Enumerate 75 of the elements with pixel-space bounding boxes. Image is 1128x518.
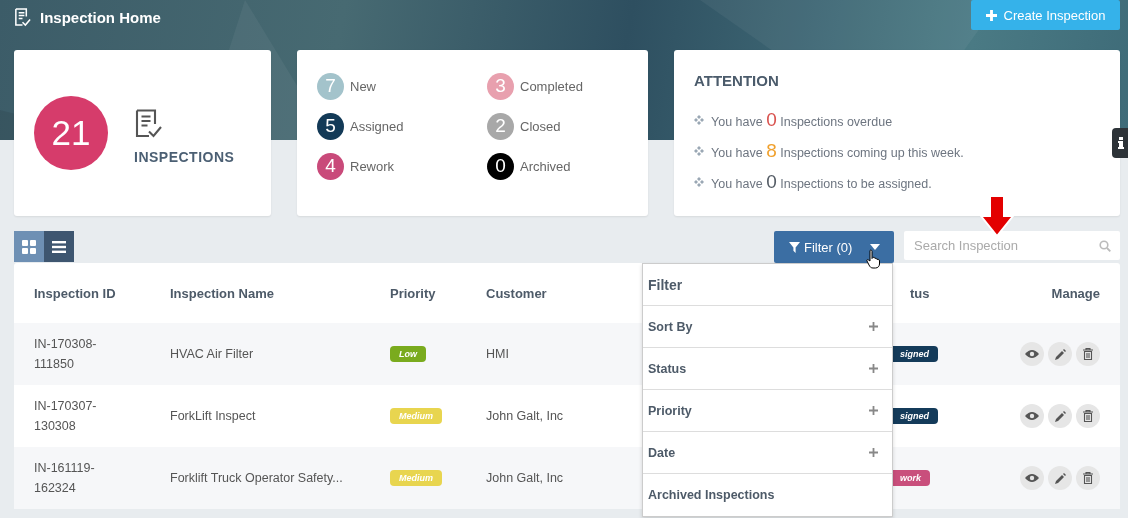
grid-icon [22,239,36,254]
status-count: 0 [487,152,514,180]
delete-button[interactable] [1076,466,1100,490]
pencil-icon [1054,472,1066,484]
customer-name: John Galt, Inc [486,471,564,485]
status-label: Completed [520,78,583,94]
filter-option[interactable]: Priority [643,390,892,432]
eye-icon [1025,473,1039,483]
filter-icon [789,241,800,253]
inspection-id: IN-161119- 162324 [34,460,96,497]
inspection-name: Forklift Truck Operator Safety... [170,471,344,485]
status-label: Rework [350,158,395,174]
status-label: Archived [520,158,571,174]
inspection-id: IN-170307- 130308 [34,398,98,435]
column-header: tus [909,285,931,301]
edit-button[interactable] [1048,342,1072,366]
column-header: Customer [486,285,548,301]
total-count: 21 [34,96,108,170]
status-count: 7 [317,72,344,100]
column-header: Inspection ID [34,285,117,301]
priority-badge: Medium [390,408,442,424]
pencil-icon [1054,348,1066,360]
bullet-icon [694,145,704,156]
attention-message: You have 0 Inspections overdue [711,108,893,131]
column-header: Priority [390,285,437,301]
eye-icon [1025,349,1039,359]
filter-option[interactable]: Date [643,432,892,474]
status-count: 3 [487,72,514,100]
edit-button[interactable] [1048,466,1072,490]
view-button[interactable] [1020,342,1044,366]
info-icon [1118,137,1124,149]
bullet-icon [694,114,704,125]
attention-title: ATTENTION [694,72,780,89]
attention-message: You have 8 Inspections coming up this week. [711,139,964,162]
eye-icon [1025,411,1039,421]
edit-button[interactable] [1048,404,1072,428]
status-count: 5 [317,112,344,140]
customer-name: John Galt, Inc [486,409,564,423]
column-header: Inspection Name [170,285,276,301]
filter-button[interactable]: Filter (0) [774,231,894,263]
checklist-icon [13,8,32,27]
plus-icon [985,9,997,21]
info-tab[interactable] [1112,128,1128,158]
pencil-icon [1054,410,1066,422]
search-icon [1099,240,1111,252]
page-title: Inspection Home [40,9,161,26]
inspection-id: IN-170308- 111850 [34,336,98,373]
list-icon [52,240,66,253]
priority-badge: Medium [390,470,442,486]
inspections-label: INSPECTIONS [134,149,235,165]
filter-option[interactable]: Status [643,348,892,390]
view-button[interactable] [1020,466,1044,490]
checklist-icon [134,109,164,139]
search-field[interactable]: Search Inspection [904,231,1120,260]
status-label: Assigned [350,118,404,134]
view-button[interactable] [1020,404,1044,428]
filter-option[interactable]: Sort By [643,306,892,348]
customer-name: HMI [486,347,509,361]
status-label: New [350,78,376,94]
trash-icon [1083,410,1093,422]
column-header: Manage [1050,285,1100,301]
attention-message: You have 0 Inspections to be assigned. [711,170,932,193]
trash-icon [1083,348,1093,360]
grid-view-button[interactable] [14,231,44,262]
bullet-icon [694,176,704,187]
inspection-name: ForkLift Inspect [170,409,257,423]
priority-badge: Low [390,346,426,362]
status-count: 4 [317,152,344,180]
inspection-name: HVAC Air Filter [170,347,255,361]
delete-button[interactable] [1076,342,1100,366]
delete-button[interactable] [1076,404,1100,428]
list-view-button[interactable] [44,231,74,262]
trash-icon [1083,472,1093,484]
status-label: Closed [520,118,561,134]
status-count: 2 [487,112,514,140]
